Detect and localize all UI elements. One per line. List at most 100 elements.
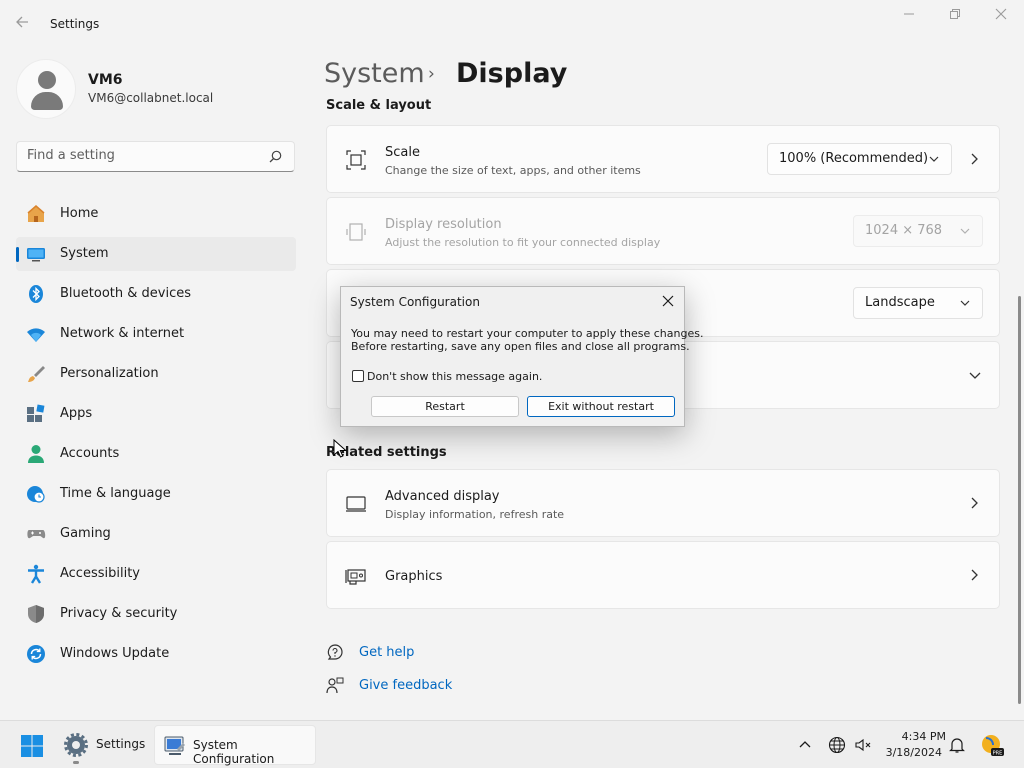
resolution-dropdown[interactable]: 1024 × 768 [853,215,983,247]
get-help-link[interactable]: Get help [326,641,486,665]
advanced-display-card[interactable]: Advanced display Display information, re… [326,469,1000,537]
minimize-icon [904,13,914,15]
taskbar-app-settings[interactable]: Settings [56,725,148,765]
sidebar-item-system[interactable]: System [16,237,296,271]
resolution-value: 1024 × 768 [865,223,943,238]
give-feedback-link[interactable]: Give feedback [326,674,486,698]
minimize-button[interactable] [886,6,932,28]
exit-without-restart-button[interactable]: Exit without restart [527,396,675,417]
mouse-cursor-icon [333,439,347,458]
restart-button[interactable]: Restart [371,396,519,417]
graphics-card-icon [345,569,366,585]
help-icon [327,644,343,660]
scale-dropdown[interactable]: 100% (Recommended) [767,143,952,175]
brush-icon [28,366,45,382]
home-icon [27,205,45,222]
graphics-card[interactable]: Graphics [326,541,1000,609]
monitor-icon [27,248,45,262]
bluetooth-icon [29,285,43,303]
taskbar-app-label: Settings [96,737,146,751]
close-button[interactable] [978,6,1024,28]
close-icon [995,8,1007,20]
scrollbar[interactable] [1018,296,1021,704]
sidebar-item-label: System [60,246,109,261]
taskbar: Settings System Configuration 4:34 PM 3/… [0,720,1024,768]
sidebar-item-accessibility[interactable]: Accessibility [16,557,296,591]
display-resolution-card: Display resolution Adjust the resolution… [326,197,1000,265]
user-email: VM6@collabnet.local [88,91,214,105]
dialog-message: You may need to restart your computer to… [351,327,704,353]
dont-show-label[interactable]: Don't show this message again. [367,370,542,383]
windows-start-icon[interactable] [20,734,44,758]
sidebar-item-personalization[interactable]: Personalization [16,357,296,391]
notification-bell-icon[interactable] [948,736,966,754]
sidebar-item-privacy[interactable]: Privacy & security [16,597,296,631]
sidebar-item-label: Home [60,206,99,221]
gear-icon [64,733,88,757]
dont-show-checkbox[interactable] [352,370,364,382]
dialog-message-line: You may need to restart your computer to… [351,327,704,340]
taskbar-app-label: System Configuration [193,738,275,766]
person-icon [28,445,44,463]
globe-icon[interactable] [828,736,846,754]
msconfig-icon [164,736,185,755]
restore-button[interactable] [932,6,978,28]
system-configuration-dialog: System Configuration You may need to res… [340,286,704,427]
section-title-scale-layout: Scale & layout [326,98,432,113]
selection-indicator [16,247,19,262]
arrow-left-icon [16,16,28,28]
sidebar-item-label: Gaming [60,526,111,541]
network-volume-icon[interactable] [854,736,872,754]
advanced-display-title: Advanced display [385,489,500,504]
copilot-pre-icon[interactable]: PRE [980,733,1004,757]
orientation-value: Landscape [865,295,935,310]
back-button[interactable] [14,14,34,34]
sidebar-item-accounts[interactable]: Accounts [16,437,296,471]
breadcrumb-separator: › [428,64,435,84]
shield-icon [28,605,44,623]
gamepad-icon [27,530,46,539]
clock-date[interactable]: 3/18/2024 [876,746,942,759]
sidebar-item-network[interactable]: Network & internet [16,317,296,351]
page-title: Display [456,58,568,89]
resolution-subtitle: Adjust the resolution to fit your connec… [385,236,661,249]
chevron-down-icon[interactable] [969,371,981,380]
sidebar-item-time-language[interactable]: Time & language [16,477,296,511]
sidebar-item-windows-update[interactable]: Windows Update [16,637,296,671]
sidebar-item-label: Windows Update [60,646,170,661]
orientation-dropdown[interactable]: Landscape [853,287,983,319]
scale-title: Scale [385,145,420,160]
sidebar-item-label: Bluetooth & devices [60,286,191,301]
sidebar-item-home[interactable]: Home [16,197,296,231]
wifi-icon [27,328,45,342]
svg-text:PRE: PRE [993,751,1003,757]
search-box[interactable] [16,141,295,172]
avatar[interactable] [16,59,76,119]
dialog-title: System Configuration [350,295,480,309]
section-header-clip: Scale & layout [320,98,1010,114]
scale-value: 100% (Recommended) [779,151,929,166]
search-input[interactable] [27,148,267,163]
monitor-outline-icon [346,496,366,512]
search-icon [269,150,282,163]
globe-clock-icon [27,486,45,503]
breadcrumb-parent[interactable]: System [324,58,425,89]
advanced-display-subtitle: Display information, refresh rate [385,508,565,521]
sidebar-item-gaming[interactable]: Gaming [16,517,296,551]
sidebar-item-apps[interactable]: Apps [16,397,296,431]
sidebar-item-label: Accounts [60,446,120,461]
chevron-up-icon[interactable] [796,736,814,754]
resolution-title: Display resolution [385,217,502,232]
running-indicator [73,761,79,764]
chevron-right-icon[interactable] [969,152,979,166]
close-icon[interactable] [660,293,676,309]
sidebar-item-label: Privacy & security [60,606,178,621]
dialog-message-line: Before restarting, save any open files a… [351,340,690,353]
sidebar-item-bluetooth[interactable]: Bluetooth & devices [16,277,296,311]
clock-time[interactable]: 4:34 PM [886,730,946,743]
scale-card: Scale Change the size of text, apps, and… [326,125,1000,193]
restore-icon [950,9,960,19]
taskbar-app-system-configuration[interactable]: System Configuration [154,725,316,766]
apps-icon [27,404,45,422]
sidebar-item-label: Time & language [60,486,171,501]
